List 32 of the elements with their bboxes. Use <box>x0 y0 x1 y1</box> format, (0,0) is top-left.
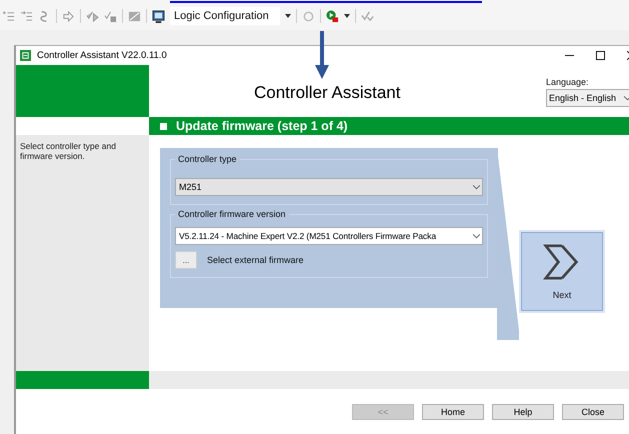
next-button[interactable]: Next <box>519 230 605 313</box>
play-lock-icon[interactable] <box>326 10 339 22</box>
arrow-icon[interactable] <box>62 10 75 22</box>
check-arrow-icon[interactable] <box>86 10 99 22</box>
mode-dropdown[interactable]: Logic Configuration <box>170 7 280 25</box>
step-title: Update firmware (step 1 of 4) <box>176 119 348 133</box>
group-label: Controller type <box>177 154 238 164</box>
browse-button[interactable]: ... <box>175 251 197 269</box>
browse-label: Select external firmware <box>207 255 304 265</box>
app-icon <box>20 50 31 61</box>
dialog-button[interactable]: Help <box>492 404 554 420</box>
window-title: Controller Assistant V22.0.11.0 <box>37 50 167 61</box>
caret-icon[interactable] <box>344 14 350 18</box>
chevron-down-icon[interactable] <box>624 96 629 100</box>
maximize-icon[interactable] <box>596 51 605 60</box>
chevron-down-icon[interactable] <box>473 234 480 238</box>
square-icon <box>160 122 167 130</box>
dialog-button[interactable]: Home <box>422 404 484 420</box>
indent-icon[interactable] <box>20 10 33 22</box>
dialog-button[interactable]: Close <box>562 404 624 420</box>
caret-icon[interactable] <box>285 14 291 18</box>
firmware-dropdown[interactable]: V5.2.11.24 - Machine Expert V2.2 (M251 Controllers Firmware Packa <box>175 227 483 245</box>
check-icon[interactable] <box>361 10 374 22</box>
down-arrow <box>315 31 329 79</box>
monitor-icon[interactable] <box>152 10 165 22</box>
language-dropdown[interactable]: English - English <box>546 89 629 107</box>
group-label: Controller firmware version <box>177 209 287 219</box>
page-title: Controller Assistant <box>254 83 400 103</box>
indent-icon[interactable] <box>2 10 15 22</box>
step-hint: Select controller type and firmware version. <box>20 141 117 161</box>
check-square-icon[interactable] <box>104 10 117 22</box>
language-label: Language: <box>546 77 590 87</box>
